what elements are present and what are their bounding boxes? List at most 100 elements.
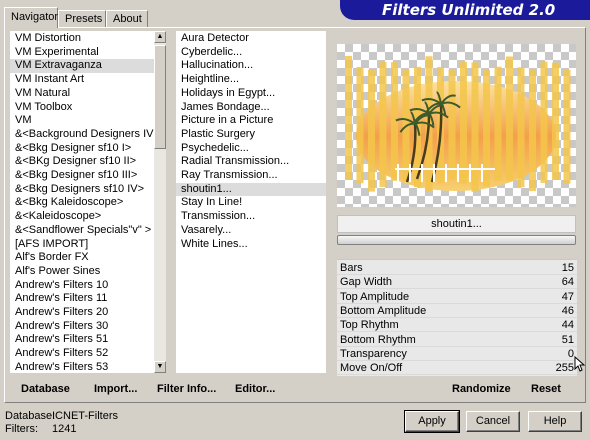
- param-row[interactable]: Top Rhythm 44: [337, 318, 577, 333]
- category-list-item[interactable]: Andrew's Filters 10: [10, 279, 154, 293]
- category-list-item[interactable]: Andrew's Filters 30: [10, 320, 154, 334]
- filter-list-item[interactable]: Transmission...: [176, 210, 326, 224]
- preview-bar: [379, 61, 387, 187]
- preview-filter-name: shoutin1...: [337, 215, 576, 233]
- filter-list-item[interactable]: Aura Detector: [176, 32, 326, 46]
- title-banner: Filters Unlimited 2.0: [340, 0, 590, 20]
- param-value[interactable]: 64: [562, 275, 574, 289]
- preview-graphic: [345, 56, 571, 192]
- category-list-item[interactable]: VM Distortion: [10, 32, 154, 46]
- category-list-item[interactable]: &<Sandflower Specials"v" >: [10, 224, 154, 238]
- filter-list-item[interactable]: shoutin1...: [176, 182, 326, 197]
- category-scrollbar[interactable]: ▲ ▼: [154, 31, 166, 373]
- param-value[interactable]: 15: [562, 261, 574, 275]
- param-label: Transparency: [340, 347, 407, 360]
- category-list-item[interactable]: &<Background Designers IV>: [10, 128, 154, 142]
- param-value[interactable]: 47: [562, 290, 574, 304]
- preview-bar: [540, 61, 548, 183]
- category-list-item[interactable]: Andrew's Filters 11: [10, 292, 154, 306]
- editor-button[interactable]: Editor...: [235, 383, 275, 395]
- randomize-button[interactable]: Randomize: [452, 383, 511, 395]
- category-list-item[interactable]: VM Extravaganza: [10, 59, 154, 74]
- filter-list[interactable]: Aura Detector Cyberdelic... Hallucination.…: [176, 31, 326, 373]
- param-label: Gap Width: [340, 276, 392, 289]
- preview-bar: [563, 69, 571, 184]
- category-list-item[interactable]: &<Bkg Designer sf10 I>: [10, 142, 154, 156]
- category-list-item[interactable]: Andrew's Filters 51: [10, 333, 154, 347]
- filter-list-item[interactable]: Cyberdelic...: [176, 46, 326, 60]
- filters-label: Filters:: [5, 423, 38, 435]
- category-list-item[interactable]: &<BKg Designer sf10 II>: [10, 155, 154, 169]
- tab-presets[interactable]: Presets: [58, 10, 106, 27]
- category-list-item[interactable]: &<Bkg Kaleidoscope>: [10, 196, 154, 210]
- filter-list-item[interactable]: White Lines...: [176, 238, 326, 252]
- category-list-item[interactable]: VM Experimental: [10, 46, 154, 60]
- param-value[interactable]: 44: [562, 318, 574, 332]
- param-label: Top Rhythm: [340, 319, 399, 332]
- param-value[interactable]: 51: [562, 333, 574, 347]
- category-list-item[interactable]: Alf's Power Sines: [10, 265, 154, 279]
- preview-bar: [552, 62, 559, 181]
- help-button[interactable]: Help: [528, 411, 582, 432]
- category-list[interactable]: VM Distortion VM Experimental VM Extravaga…: [10, 31, 154, 373]
- category-list-item[interactable]: Andrew's Filters 52: [10, 347, 154, 361]
- preview-bar: [471, 62, 479, 192]
- param-row[interactable]: Bottom Amplitude 46: [337, 304, 577, 318]
- category-list-item[interactable]: Andrew's Filters 20: [10, 306, 154, 320]
- category-list-item[interactable]: [AFS IMPORT]: [10, 238, 154, 252]
- filter-list-item[interactable]: Vasarely...: [176, 224, 326, 238]
- category-list-item[interactable]: VM Instant Art: [10, 73, 154, 87]
- tab-navigator[interactable]: Navigator: [4, 7, 58, 28]
- filter-list-item[interactable]: Psychedelic...: [176, 142, 326, 156]
- preview-bar: [368, 69, 375, 192]
- filter-list-item[interactable]: Picture in a Picture: [176, 114, 326, 128]
- param-label: Bottom Rhythm: [340, 333, 416, 346]
- category-list-item[interactable]: VM Natural: [10, 87, 154, 101]
- filter-list-item[interactable]: Hallucination...: [176, 59, 326, 73]
- mouse-cursor-icon: [574, 356, 586, 372]
- preview-bar: [494, 66, 502, 181]
- param-value[interactable]: 255: [556, 361, 574, 375]
- filter-list-item[interactable]: Ray Transmission...: [176, 169, 326, 183]
- param-row[interactable]: Bottom Rhythm 51: [337, 333, 577, 347]
- filter-list-item[interactable]: Stay In Line!: [176, 196, 326, 210]
- tab-about[interactable]: About: [106, 10, 148, 27]
- filter-list-item[interactable]: Radial Transmission...: [176, 155, 326, 169]
- param-value[interactable]: 46: [562, 304, 574, 318]
- import-button[interactable]: Import...: [94, 383, 137, 395]
- preview-bar: [391, 62, 398, 181]
- param-row[interactable]: Bars 15: [337, 261, 577, 275]
- category-list-item[interactable]: VM: [10, 114, 154, 128]
- parameter-list: Bars 15 Gap Width 64 Top Amplitude 47 Bottom A…: [337, 259, 577, 376]
- reset-button[interactable]: Reset: [531, 383, 561, 395]
- filter-list-item[interactable]: Plastic Surgery: [176, 128, 326, 142]
- category-list-item[interactable]: VM Toolbox: [10, 101, 154, 115]
- filter-info-button[interactable]: Filter Info...: [157, 383, 216, 395]
- scroll-up-icon[interactable]: ▲: [154, 31, 166, 43]
- apply-button[interactable]: Apply: [404, 410, 460, 433]
- category-list-item[interactable]: &<Bkg Designers sf10 IV>: [10, 183, 154, 197]
- preview-bar: [529, 69, 536, 192]
- param-label: Move On/Off: [340, 362, 403, 375]
- preview-bar: [460, 61, 467, 184]
- category-list-item[interactable]: &<Bkg Designer sf10 III>: [10, 169, 154, 183]
- param-row[interactable]: Top Amplitude 47: [337, 290, 577, 304]
- param-row[interactable]: Move On/Off 255: [337, 361, 577, 376]
- preview-bar: [506, 56, 513, 181]
- scroll-thumb[interactable]: [154, 45, 166, 149]
- preview-bar: [517, 67, 525, 188]
- filter-list-item[interactable]: Heightline...: [176, 73, 326, 87]
- database-value: ICNET-Filters: [52, 410, 118, 422]
- param-row[interactable]: Transparency 0: [337, 347, 577, 361]
- filter-list-item[interactable]: Holidays in Egypt...: [176, 87, 326, 101]
- app-title: Filters Unlimited 2.0: [382, 1, 556, 19]
- category-list-item[interactable]: Andrew's Filters 53: [10, 361, 154, 373]
- param-row[interactable]: Gap Width 64: [337, 275, 577, 290]
- filter-list-item[interactable]: James Bondage...: [176, 101, 326, 115]
- category-list-item[interactable]: &<Kaleidoscope>: [10, 210, 154, 224]
- category-list-item[interactable]: Alf's Border FX: [10, 251, 154, 265]
- cancel-button[interactable]: Cancel: [466, 411, 520, 432]
- database-button[interactable]: Database: [21, 383, 70, 395]
- scroll-down-icon[interactable]: ▼: [154, 361, 166, 373]
- preview-image: [337, 44, 576, 207]
